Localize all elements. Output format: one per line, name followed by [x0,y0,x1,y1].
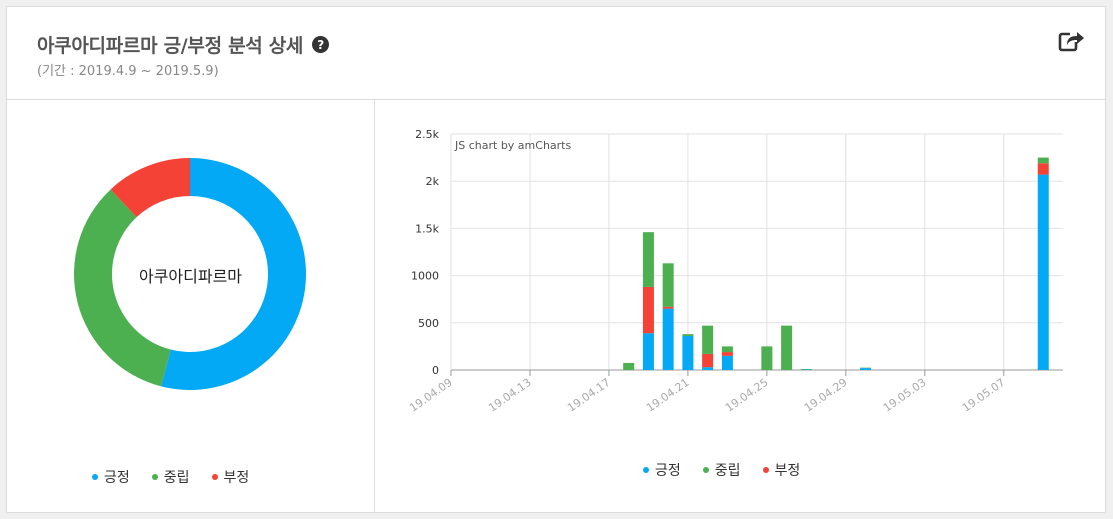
legend-dot-icon [211,474,218,480]
donut-panel: 아쿠아디파르마 긍정 중립 부정 [7,100,375,512]
x-tick-label: 19.04.09 [407,376,455,415]
donut-legend: 긍정 중립 부정 [92,467,249,487]
bar-segment[interactable] [682,334,694,337]
grid [450,133,1063,371]
sentiment-card: 아쿠아디파르마 긍/부정 분석 상세 ? (기간 : 2019.4.9 ~ 20… [6,6,1106,513]
legend-label: 부정 [223,470,250,486]
bar-segment[interactable] [721,346,733,353]
legend-dot-icon [702,467,709,473]
bar-segment[interactable] [781,325,793,370]
legend-label: 중립 [714,463,741,479]
bar-segment[interactable] [662,308,674,370]
donut-legend-item[interactable]: 긍정 [92,467,130,487]
title-text: 아쿠아디파르마 긍/부정 분석 상세 [37,35,304,57]
bar-segment[interactable] [702,353,714,368]
donut-legend-item[interactable]: 부정 [211,467,250,487]
legend-label: 긍정 [655,463,681,479]
y-tick-label: 500 [418,317,439,330]
x-tick-label: 19.05.03 [881,376,929,415]
x-tick-label: 19.04.29 [802,376,850,415]
bar-legend: 긍정 중립 부정 [643,460,800,480]
help-icon[interactable]: ? [312,36,330,53]
bar-segment[interactable] [682,336,694,370]
bar-segment[interactable] [662,306,674,309]
bar-segment[interactable] [642,232,654,287]
legend-label: 긍정 [104,470,130,486]
legend-dot-icon [643,467,649,473]
legend-dot-icon [151,474,158,480]
bar-segment[interactable] [1037,163,1049,175]
bar-segment[interactable] [721,352,733,356]
bar-segment[interactable] [623,362,635,370]
legend-label: 중립 [163,470,190,486]
bar-segment[interactable] [702,367,714,370]
bar-segment[interactable] [1037,157,1049,164]
x-tick-label: 19.04.17 [565,376,613,415]
donut-legend-item[interactable]: 중립 [151,467,190,487]
y-tick-label: 1.5k [415,222,439,235]
bar-segment[interactable] [702,325,714,354]
chart-credit: JS chart by amCharts [454,139,571,152]
card-header: 아쿠아디파르마 긍/부정 분석 상세 ? (기간 : 2019.4.9 ~ 20… [7,7,1105,100]
bar-segment[interactable] [860,368,872,370]
y-tick-label: 0 [432,364,439,377]
x-tick-label: 19.04.21 [644,376,692,415]
donut-slice[interactable] [73,189,171,387]
bar-legend-item[interactable]: 중립 [702,460,741,480]
x-tick-label: 19.04.25 [723,376,771,415]
y-tick-label: 1000 [411,270,439,283]
x-tick-label: 19.04.13 [486,376,534,415]
bar-segment[interactable] [1037,174,1049,370]
bar-segment[interactable] [662,263,674,307]
share-icon[interactable] [1057,27,1085,55]
period-label: (기간 : 2019.4.9 ~ 2019.5.9) [37,64,219,79]
bar-segment[interactable] [721,355,733,370]
legend-dot-icon [92,474,98,480]
x-tick-label: 19.05.07 [960,376,1008,415]
bar-segment[interactable] [642,333,654,370]
legend-dot-icon [762,467,769,473]
bar-segment[interactable] [642,286,654,334]
y-tick-label: 2.5k [415,128,439,141]
card-title: 아쿠아디파르마 긍/부정 분석 상세 ? [37,31,330,58]
donut-center-label: 아쿠아디파르마 [138,267,243,286]
bar-legend-item[interactable]: 부정 [762,460,801,480]
stacked-bar-chart: 0 500 1000 1.5k 2k 2.5k 19.04.09 19.04.13 19.04.… [407,128,1063,415]
bar-legend-item[interactable]: 긍정 [643,460,681,480]
bar-segment[interactable] [761,346,773,370]
legend-label: 부정 [774,463,801,479]
y-tick-label: 2k [426,175,440,188]
bar-panel: 0 500 1000 1.5k 2k 2.5k 19.04.09 19.04.13 19.04.… [375,100,1105,512]
